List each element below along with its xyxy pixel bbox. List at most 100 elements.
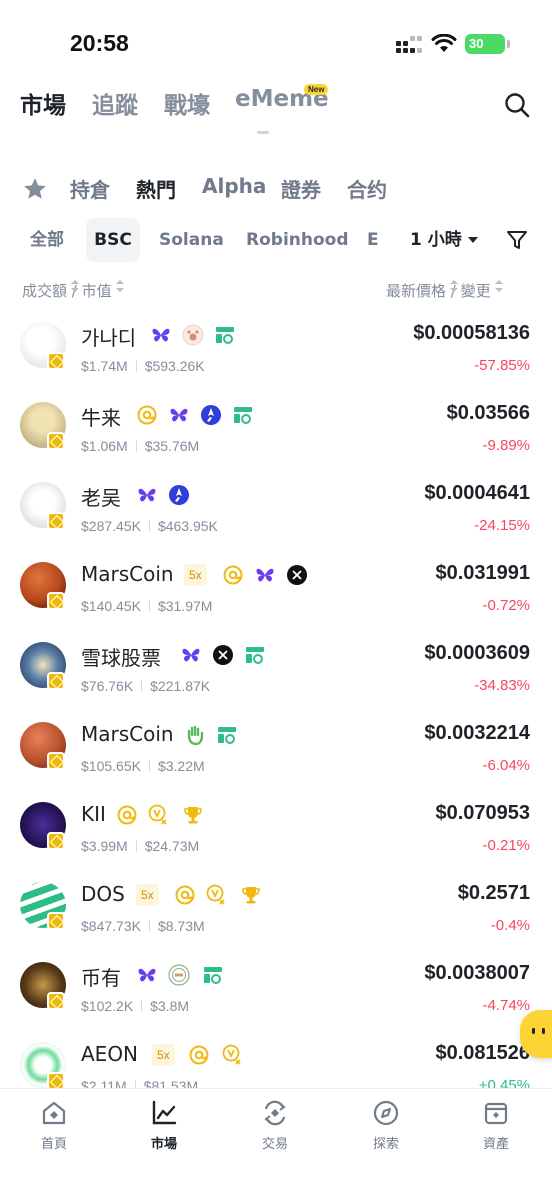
tab-market[interactable]: 市場 (20, 86, 66, 120)
token-volume: $105.65K (81, 758, 141, 774)
token-volume: $1.74M (81, 358, 128, 374)
bsc-chain-icon (47, 672, 65, 690)
token-row[interactable]: MarsCoin $105.65K $3.22M $0.0032214 -6.04… (0, 712, 552, 792)
butterfly-icon (256, 568, 274, 582)
subtab-securities[interactable]: 證券 (281, 174, 321, 203)
assistant-bubble[interactable] (520, 1010, 552, 1058)
sort-volume-mcap[interactable]: 成交額 / 市值 (22, 280, 124, 301)
token-stats: $140.45K $31.97M (81, 598, 212, 614)
chain-robinhood[interactable]: Robinhood (246, 218, 349, 262)
token-row[interactable]: AEON 5x $2.11M $81.53M $0.081526 +0.45% (0, 1032, 552, 1088)
v4-icon (222, 1044, 241, 1065)
token-price: $0.0004641 (424, 482, 530, 504)
token-change: -0.21% (482, 837, 530, 854)
subtab-alpha[interactable]: Alpha (202, 174, 266, 198)
token-change: -0.72% (482, 597, 530, 614)
swap-icon (264, 1100, 286, 1126)
cashier-icon (216, 327, 234, 344)
token-row[interactable]: DOS 5x $847.73K $8.73M $0.2571 -0.4% (0, 872, 552, 952)
butterfly-icon (138, 968, 156, 982)
token-price: $0.0003609 (424, 642, 530, 664)
nav-market[interactable]: 市場 (124, 1099, 204, 1159)
x-icon (287, 565, 307, 585)
cashier-icon (218, 727, 236, 744)
rocket-icon (169, 485, 189, 505)
cashier-icon (204, 967, 222, 984)
sort-price-change[interactable]: 最新價格 / 變更 (386, 280, 503, 301)
at-icon (175, 885, 195, 905)
tab-following[interactable]: 追蹤 (92, 86, 138, 120)
token-mcap: $24.73M (144, 838, 200, 854)
trophy-icon (242, 887, 260, 904)
token-mcap: $81.53M (143, 1078, 199, 1088)
leverage-badge: 5x (184, 564, 207, 586)
nav-explore-label: 探索 (372, 1137, 399, 1152)
subtab-hot[interactable]: 熱門 (136, 174, 176, 203)
bsc-chain-icon (47, 992, 65, 1010)
subtab-holdings[interactable]: 持倉 (70, 174, 110, 203)
rocket-icon (201, 405, 221, 425)
butterfly-icon (182, 648, 200, 662)
chain-more[interactable]: E (367, 218, 379, 262)
trophy-icon (184, 807, 202, 824)
helper-eye (542, 1028, 545, 1034)
token-volume: $140.45K (81, 598, 141, 614)
token-change: +0.45% (478, 1077, 530, 1088)
token-name: 币有 (81, 966, 121, 990)
token-row[interactable]: MarsCoin 5x $140.45K $31.97M $0.031991 -0… (0, 552, 552, 632)
token-row[interactable]: 가나디 $1.74M $593.26K $0.00058136 -57.85% (0, 312, 552, 392)
token-stats: $3.99M $24.73M (81, 838, 199, 854)
token-row[interactable]: 牛来 $1.06M $35.76M $0.03566 -9.89% (0, 392, 552, 472)
token-price: $0.2571 (457, 882, 530, 904)
at-icon (223, 565, 243, 585)
chain-all[interactable]: 全部 (30, 218, 64, 262)
subtab-contracts[interactable]: 合约 (347, 174, 387, 203)
token-name: DOS (81, 882, 125, 906)
token-row[interactable]: 币有 $102.2K $3.8M $0.0038007 -4.74% (0, 952, 552, 1032)
token-change: -4.74% (482, 997, 530, 1014)
token-name: 老吴 (81, 486, 121, 510)
token-row[interactable]: 雪球股票 $76.76K $221.87K $0.0003609 -34.83% (0, 632, 552, 712)
divider (148, 520, 150, 532)
filter-icon[interactable] (506, 229, 528, 251)
paw-icon (182, 324, 204, 346)
divider (148, 600, 150, 612)
v4-icon (148, 804, 167, 825)
chain-bsc[interactable]: BSC (86, 218, 140, 262)
token-price: $0.0038007 (424, 962, 530, 984)
sort-icon (71, 280, 80, 292)
butterfly-icon (152, 328, 170, 342)
bsc-chain-icon (47, 912, 65, 930)
divider (135, 440, 137, 452)
leverage-badge: 5x (152, 1044, 175, 1066)
token-row[interactable]: KII $3.99M $24.73M $0.070953 -0.21% (0, 792, 552, 872)
nav-explore[interactable]: 探索 (346, 1099, 426, 1159)
nav-home[interactable]: 首頁 (14, 1099, 94, 1159)
divider (135, 360, 137, 372)
bsc-chain-icon (47, 432, 65, 450)
home-icon (42, 1101, 66, 1125)
token-volume: $102.2K (81, 998, 134, 1014)
chain-solana[interactable]: Solana (159, 218, 224, 262)
star-icon[interactable] (22, 176, 48, 202)
token-name: MarsCoin (81, 722, 174, 746)
compass-icon (373, 1100, 399, 1126)
interval-select[interactable]: 1 小時 (410, 218, 478, 262)
butterfly-icon (138, 488, 156, 502)
column-header: 成交額 / 市值 最新價格 / 變更 (22, 280, 532, 302)
token-stats: $1.74M $593.26K (81, 358, 205, 374)
bsc-chain-icon (47, 752, 65, 770)
token-row[interactable]: 老吴 $287.45K $463.95K $0.0004641 -24.15% (0, 472, 552, 552)
x-icon (213, 645, 233, 665)
token-name: 牛来 (81, 406, 121, 430)
search-icon[interactable] (504, 92, 530, 118)
token-name: AEON (81, 1042, 139, 1066)
token-price: $0.031991 (435, 562, 530, 584)
sort-icon (450, 280, 459, 292)
nav-trade[interactable]: 交易 (235, 1099, 315, 1159)
seal-icon (168, 964, 190, 986)
leverage-badge: 5x (136, 884, 159, 906)
tab-trenches[interactable]: 戰壕 (164, 86, 210, 120)
token-stats: $1.06M $35.76M (81, 438, 199, 454)
nav-assets[interactable]: 資產 (456, 1099, 536, 1159)
